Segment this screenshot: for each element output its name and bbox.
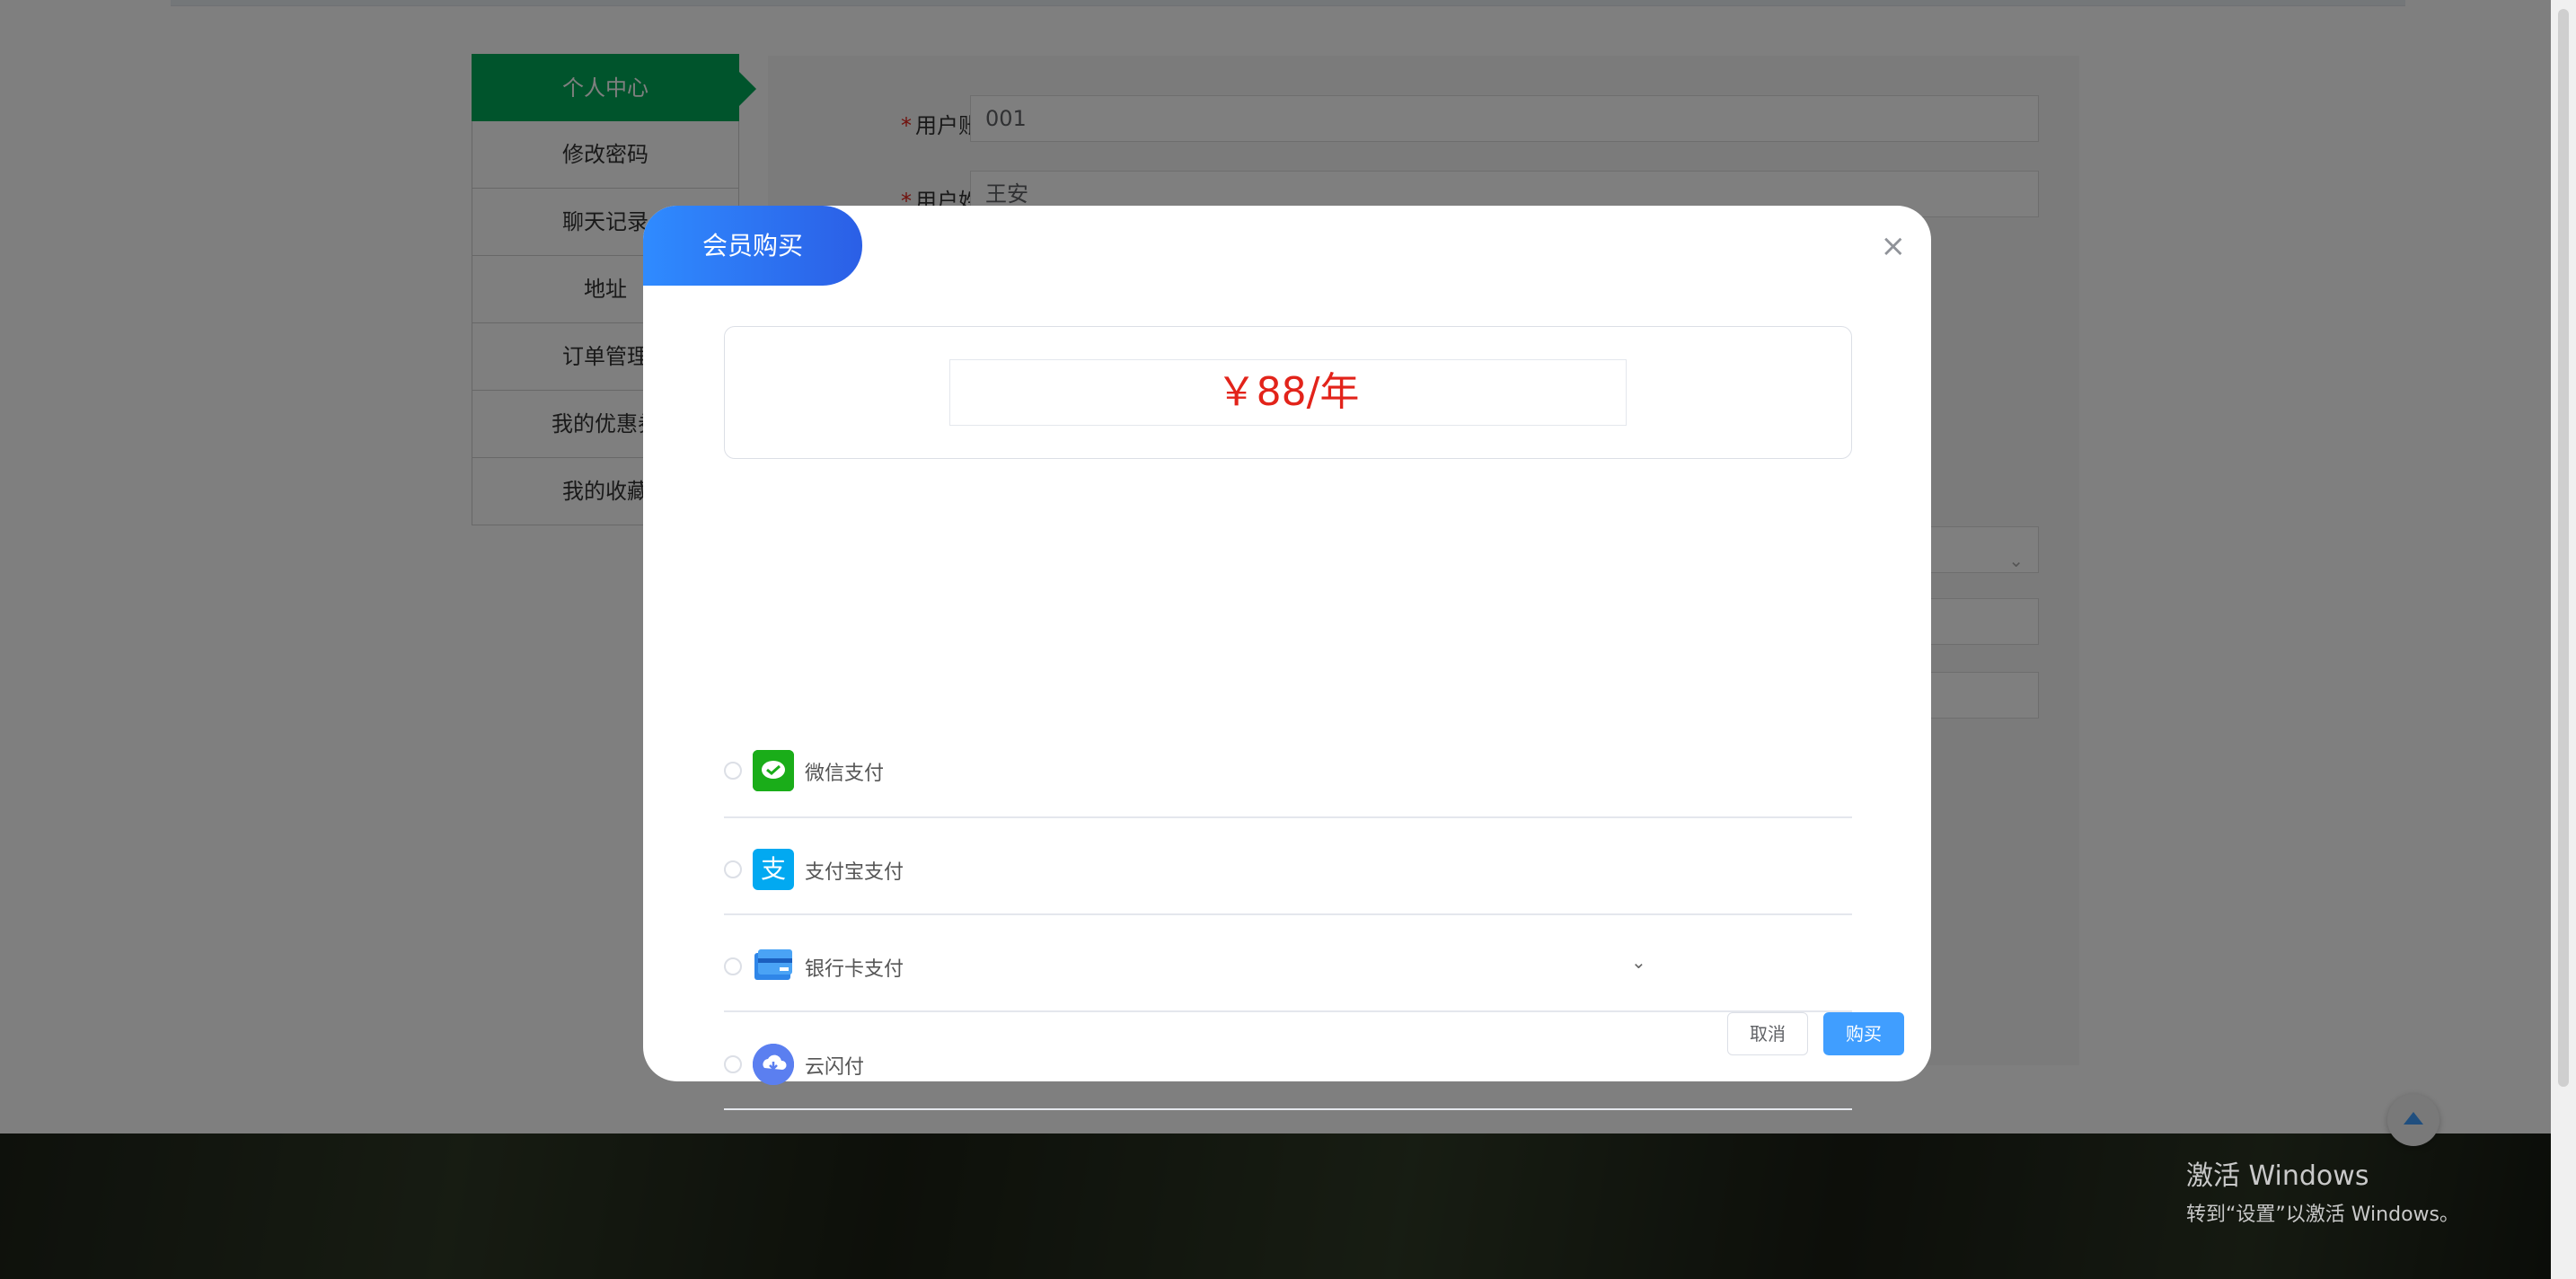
scrollbar-thumb[interactable] — [2558, 9, 2569, 1087]
price-display: ￥88/年 — [949, 359, 1627, 426]
bank-radio[interactable] — [724, 957, 742, 975]
wechat-pay-label: 微信支付 — [805, 763, 885, 785]
buy-button[interactable]: 购买 — [1823, 1012, 1904, 1055]
membership-purchase-dialog: 会员购买 × ￥88/年 微信支付 支 支付宝支付 银行卡支付 ⌄ 云闪付 取消… — [643, 206, 1931, 1110]
unionpay-radio[interactable] — [724, 1055, 742, 1073]
dialog-title: 会员购买 — [643, 206, 862, 286]
alipay-radio[interactable] — [724, 860, 742, 878]
payment-option-bank[interactable]: 银行卡支付 ⌄ — [724, 915, 1852, 1012]
windows-activation-watermark: 激活 Windows 转到“设置”以激活 Windows。 — [2186, 1153, 2459, 1227]
wechat-radio[interactable] — [724, 762, 742, 780]
price-box: ￥88/年 — [724, 326, 1852, 459]
alipay-label: 支付宝支付 — [805, 861, 904, 884]
unionpay-label: 云闪付 — [805, 1056, 865, 1079]
alipay-icon: 支 — [753, 849, 794, 890]
wechat-pay-icon — [753, 750, 794, 791]
chevron-down-icon[interactable]: ⌄ — [1631, 951, 1646, 973]
page-scrollbar[interactable] — [2551, 0, 2576, 1279]
close-icon[interactable]: × — [1881, 231, 1907, 261]
payment-option-wechat[interactable]: 微信支付 — [724, 719, 1852, 818]
cancel-button[interactable]: 取消 — [1727, 1012, 1808, 1055]
watermark-line-1: 激活 Windows — [2186, 1160, 2369, 1192]
cloud-quickpass-icon — [753, 1044, 794, 1085]
bank-card-icon — [753, 946, 794, 987]
payment-option-alipay[interactable]: 支 支付宝支付 — [724, 818, 1852, 915]
bank-card-label: 银行卡支付 — [805, 958, 904, 981]
watermark-line-2: 转到“设置”以激活 Windows。 — [2186, 1204, 2459, 1226]
payment-option-unionpay[interactable]: 云闪付 — [724, 1013, 1852, 1110]
